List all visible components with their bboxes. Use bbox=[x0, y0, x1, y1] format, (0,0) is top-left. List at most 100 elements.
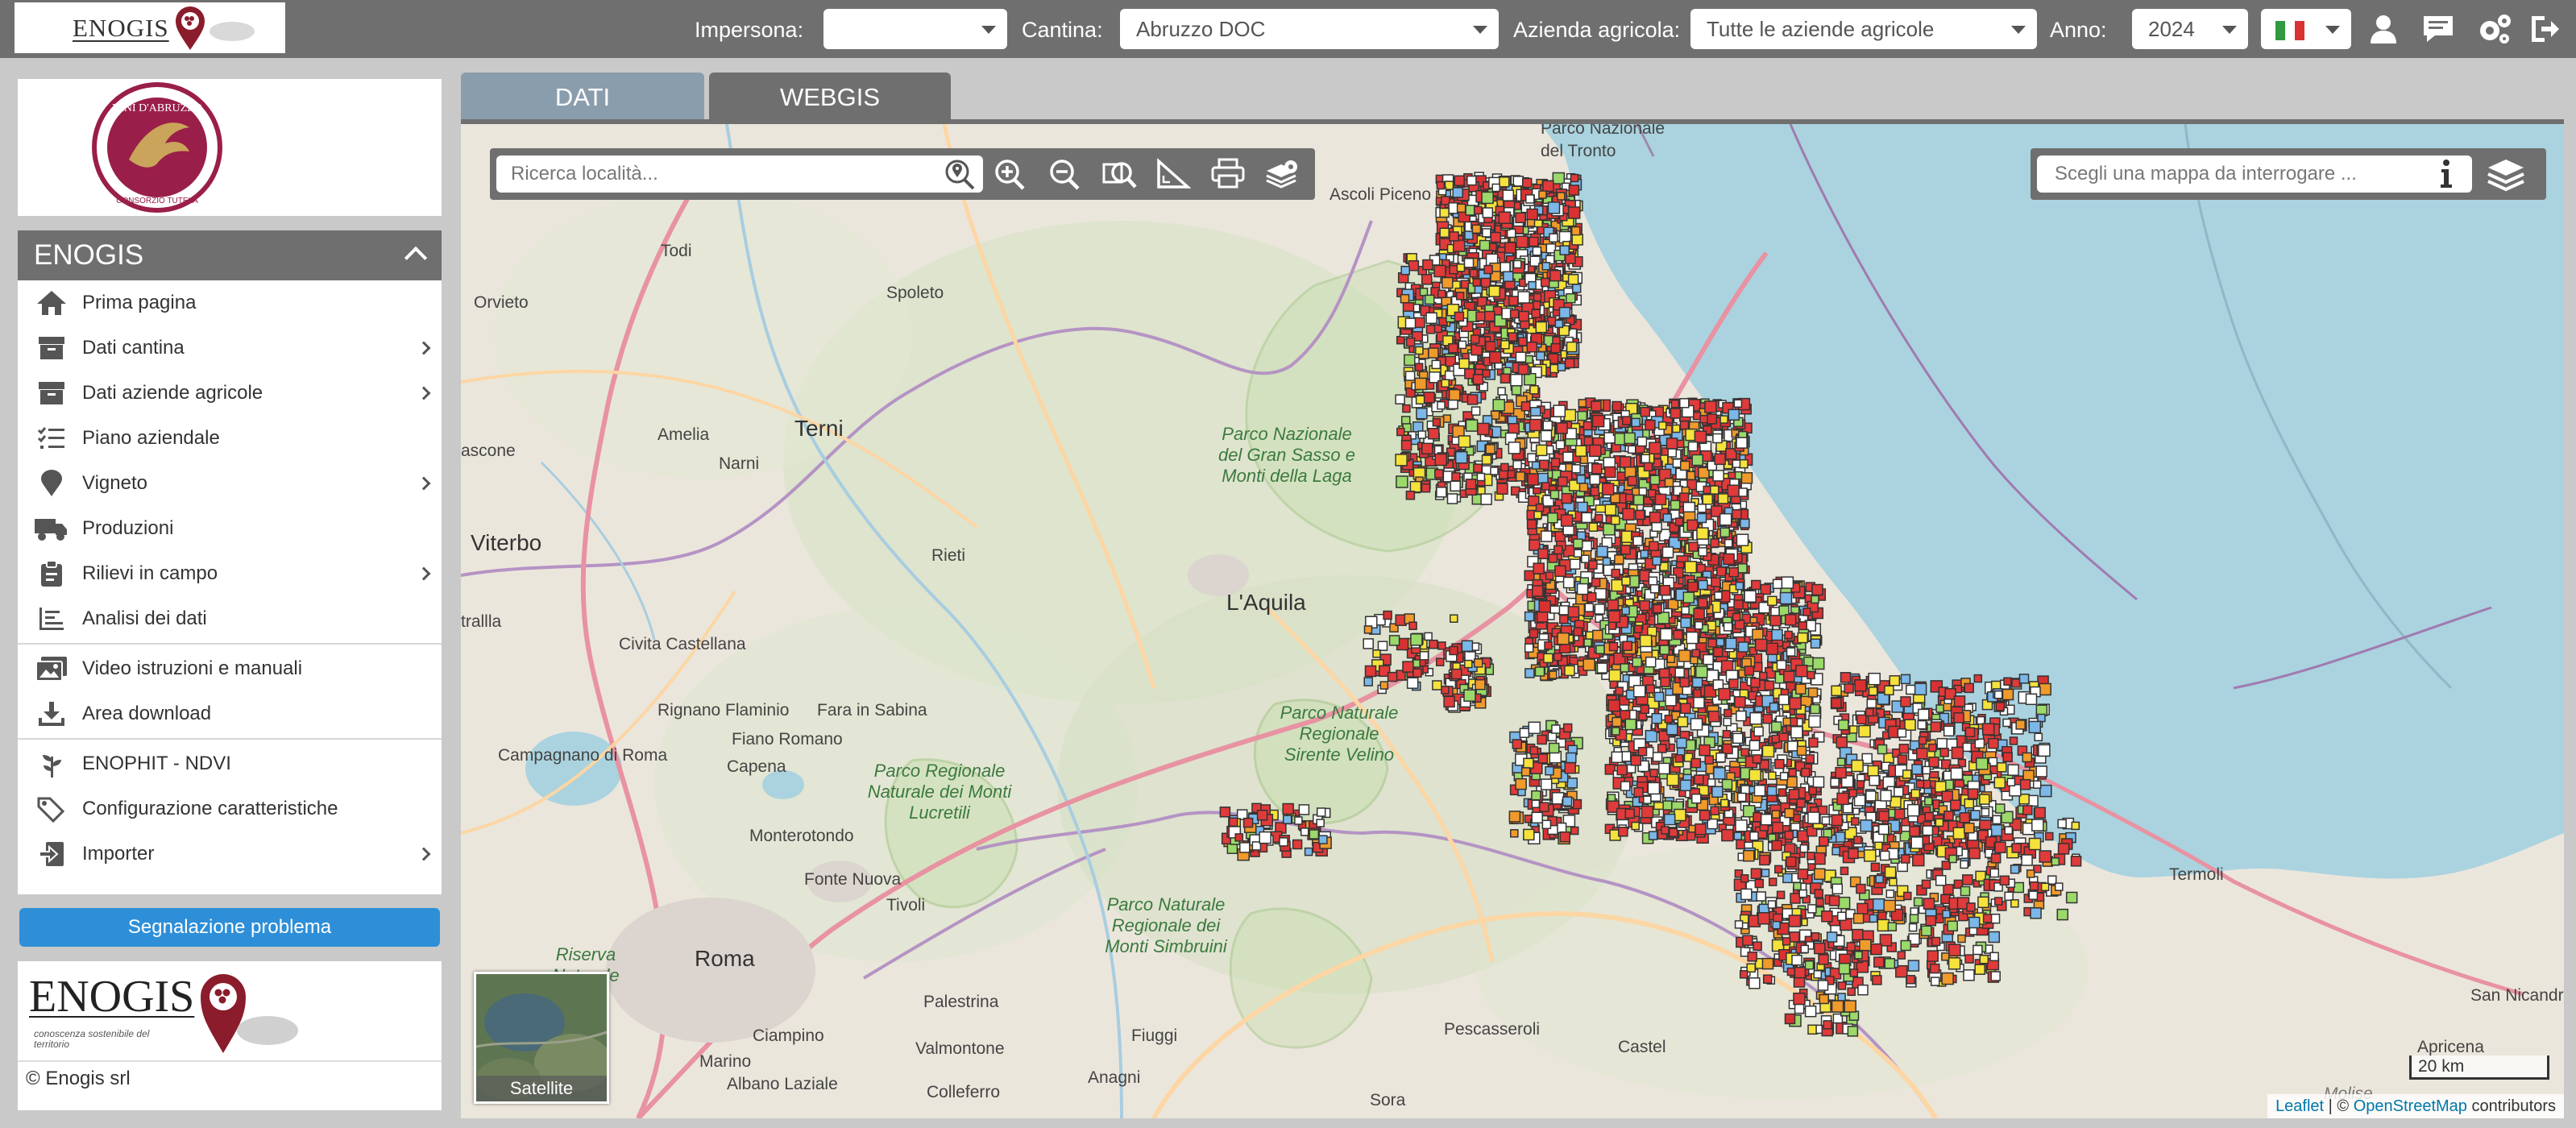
vineyard-parcel[interactable] bbox=[1776, 660, 1787, 670]
vineyard-parcel[interactable] bbox=[1529, 418, 1542, 432]
vineyard-parcel[interactable] bbox=[1698, 547, 1707, 557]
vineyard-parcel[interactable] bbox=[1889, 796, 1902, 808]
vineyard-parcel[interactable] bbox=[1679, 677, 1690, 688]
vineyard-parcel[interactable] bbox=[1698, 579, 1708, 591]
vineyard-parcel[interactable] bbox=[1518, 310, 1529, 322]
vineyard-parcel[interactable] bbox=[1648, 576, 1658, 586]
vineyard-parcel[interactable] bbox=[1769, 614, 1782, 627]
vineyard-parcel[interactable] bbox=[1577, 501, 1588, 513]
vineyard-parcel[interactable] bbox=[1968, 847, 1981, 860]
vineyard-parcel[interactable] bbox=[1875, 874, 1884, 884]
vineyard-parcel[interactable] bbox=[1779, 772, 1789, 781]
vineyard-parcel[interactable] bbox=[1943, 725, 1955, 737]
vineyard-parcel[interactable] bbox=[1964, 798, 1975, 809]
vineyard-parcel[interactable] bbox=[1774, 758, 1785, 769]
vineyard-parcel[interactable] bbox=[1532, 246, 1542, 256]
vineyard-parcel[interactable] bbox=[1686, 519, 1699, 532]
vineyard-parcel[interactable] bbox=[1616, 471, 1627, 481]
vineyard-parcel[interactable] bbox=[1633, 624, 1643, 634]
vineyard-parcel[interactable] bbox=[1802, 608, 1811, 616]
vineyard-parcel[interactable] bbox=[1536, 351, 1545, 361]
vineyard-parcel[interactable] bbox=[1645, 684, 1655, 694]
vineyard-parcel[interactable] bbox=[1837, 911, 1847, 922]
vineyard-parcel[interactable] bbox=[1977, 896, 1989, 909]
vineyard-parcel[interactable] bbox=[1423, 392, 1435, 404]
vineyard-parcel[interactable] bbox=[1964, 682, 1974, 694]
vineyard-parcel[interactable] bbox=[1630, 755, 1642, 766]
vineyard-parcel[interactable] bbox=[1446, 493, 1458, 504]
vineyard-parcel[interactable] bbox=[1558, 306, 1571, 319]
vineyard-parcel[interactable] bbox=[1800, 767, 1811, 778]
vineyard-parcel[interactable] bbox=[1500, 462, 1509, 472]
vineyard-parcel[interactable] bbox=[1821, 910, 1833, 923]
vineyard-parcel[interactable] bbox=[1710, 806, 1719, 815]
vineyard-parcel[interactable] bbox=[1552, 172, 1566, 185]
vineyard-parcel[interactable] bbox=[1750, 678, 1761, 688]
vineyard-parcel[interactable] bbox=[1535, 503, 1545, 512]
vineyard-parcel[interactable] bbox=[1529, 385, 1539, 395]
vineyard-parcel[interactable] bbox=[1753, 726, 1764, 737]
vineyard-parcel[interactable] bbox=[1422, 259, 1433, 271]
vineyard-parcel[interactable] bbox=[1900, 939, 1912, 952]
vineyard-parcel[interactable] bbox=[1592, 629, 1603, 641]
vineyard-parcel[interactable] bbox=[1707, 638, 1717, 648]
vineyard-parcel[interactable] bbox=[2022, 752, 2033, 763]
vineyard-parcel[interactable] bbox=[1909, 826, 1920, 837]
vineyard-parcel[interactable] bbox=[1608, 641, 1619, 652]
vineyard-parcel[interactable] bbox=[1906, 975, 1916, 985]
vineyard-parcel[interactable] bbox=[1640, 549, 1649, 558]
vineyard-parcel[interactable] bbox=[1889, 877, 1898, 887]
vineyard-parcel[interactable] bbox=[2002, 752, 2013, 762]
vineyard-parcel[interactable] bbox=[1992, 815, 2001, 825]
vineyard-parcel[interactable] bbox=[1737, 641, 1749, 653]
vineyard-parcel[interactable] bbox=[1581, 540, 1592, 552]
enogis-logo[interactable]: ENOGIS bbox=[15, 2, 285, 53]
vineyard-parcel[interactable] bbox=[1678, 649, 1691, 662]
vineyard-parcel[interactable] bbox=[1790, 726, 1803, 739]
vineyard-parcel[interactable] bbox=[1649, 584, 1660, 594]
vineyard-parcel[interactable] bbox=[1559, 245, 1570, 255]
vineyard-parcel[interactable] bbox=[1537, 548, 1549, 560]
vineyard-parcel[interactable] bbox=[1591, 414, 1605, 428]
vineyard-parcel[interactable] bbox=[1735, 581, 1744, 591]
vineyard-parcel[interactable] bbox=[1415, 395, 1425, 405]
vineyard-parcel[interactable] bbox=[1517, 291, 1530, 304]
vineyard-parcel[interactable] bbox=[1612, 727, 1620, 736]
vineyard-parcel[interactable] bbox=[1620, 781, 1631, 791]
vineyard-parcel[interactable] bbox=[1719, 527, 1731, 538]
vineyard-parcel[interactable] bbox=[1735, 819, 1748, 832]
vineyard-parcel[interactable] bbox=[1454, 175, 1465, 187]
vineyard-parcel[interactable] bbox=[1643, 795, 1652, 804]
vineyard-parcel[interactable] bbox=[1687, 581, 1699, 593]
vineyard-parcel[interactable] bbox=[1928, 743, 1937, 753]
sidebar-item-piano-aziendale[interactable]: Piano aziendale bbox=[18, 416, 442, 461]
vineyard-parcel[interactable] bbox=[1728, 566, 1739, 578]
vineyard-parcel[interactable] bbox=[1632, 657, 1642, 668]
vineyard-parcel[interactable] bbox=[1652, 556, 1661, 566]
vineyard-parcel[interactable] bbox=[1815, 898, 1824, 907]
vineyard-parcel[interactable] bbox=[1553, 404, 1566, 417]
vineyard-parcel[interactable] bbox=[1652, 752, 1663, 762]
vineyard-parcel[interactable] bbox=[1674, 754, 1684, 763]
vineyard-parcel[interactable] bbox=[1479, 239, 1491, 251]
vineyard-parcel[interactable] bbox=[1640, 406, 1651, 417]
vineyard-parcel[interactable] bbox=[1767, 595, 1777, 607]
vineyard-parcel[interactable] bbox=[1752, 754, 1762, 764]
vineyard-parcel[interactable] bbox=[1733, 831, 1743, 840]
vineyard-parcel[interactable] bbox=[1866, 699, 1877, 709]
vineyard-parcel[interactable] bbox=[1500, 340, 1510, 350]
messages-icon[interactable] bbox=[2420, 13, 2456, 45]
vineyard-parcel[interactable] bbox=[1914, 682, 1927, 696]
vineyard-parcel[interactable] bbox=[1942, 910, 1951, 919]
vineyard-parcel[interactable] bbox=[1917, 720, 1927, 730]
vineyard-parcel[interactable] bbox=[1715, 752, 1726, 763]
vineyard-parcel[interactable] bbox=[1436, 180, 1446, 190]
vineyard-parcel[interactable] bbox=[1665, 723, 1678, 736]
vineyard-parcel[interactable] bbox=[1751, 579, 1761, 591]
vineyard-parcel[interactable] bbox=[2039, 682, 2051, 696]
vineyard-parcel[interactable] bbox=[1660, 628, 1673, 641]
vineyard-parcel[interactable] bbox=[1768, 771, 1777, 780]
vineyard-parcel[interactable] bbox=[1488, 350, 1502, 364]
vineyard-parcel[interactable] bbox=[1452, 187, 1463, 198]
sidebar-item-dati-aziende-agricole[interactable]: Dati aziende agricole bbox=[18, 371, 442, 416]
